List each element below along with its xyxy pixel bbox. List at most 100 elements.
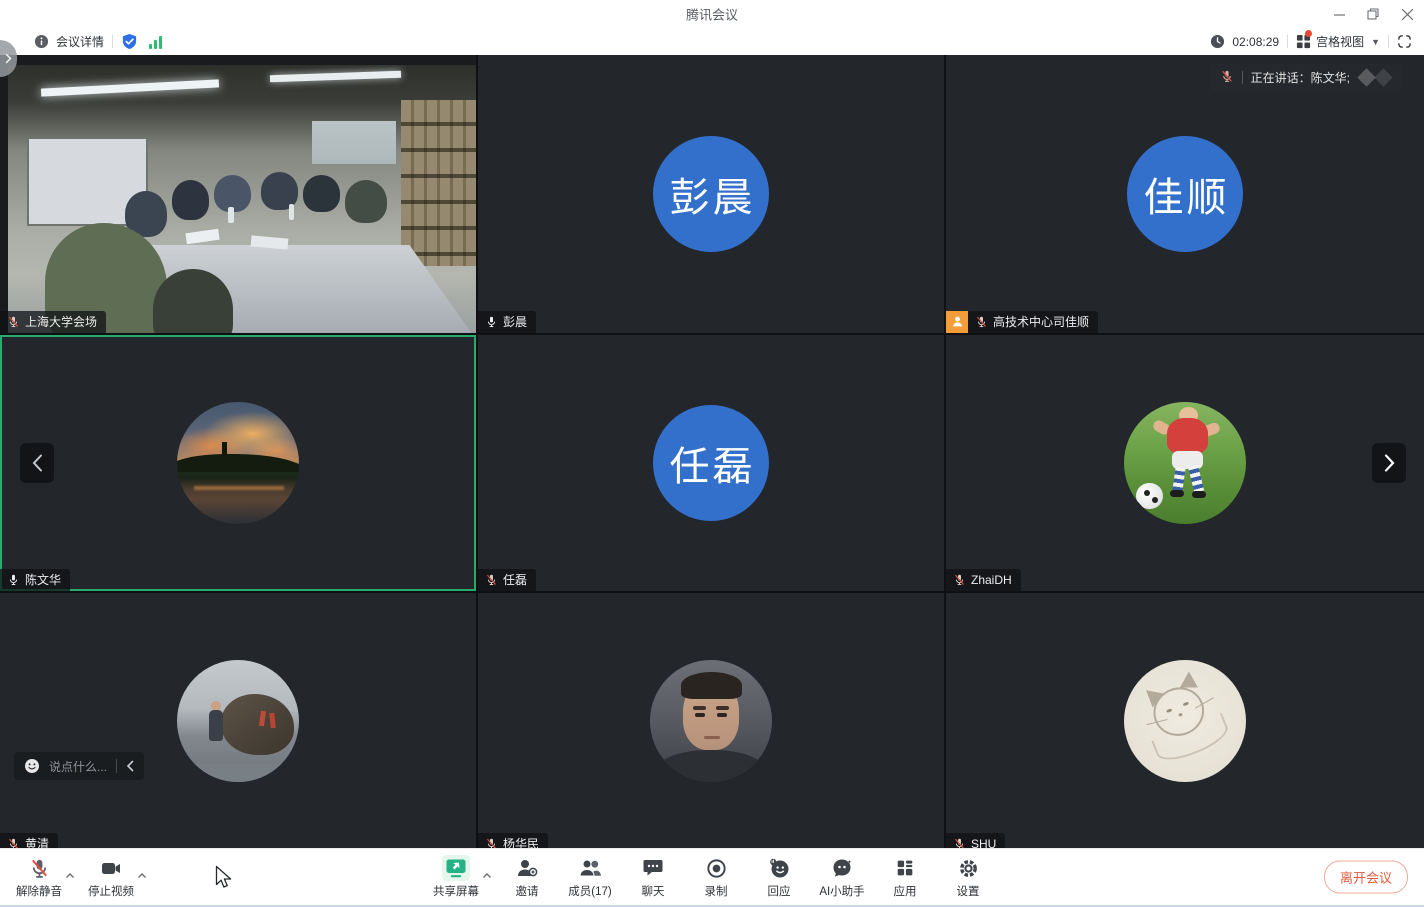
participant-name: 黄清 — [25, 837, 49, 848]
settings-gear-icon — [957, 855, 980, 881]
divider — [112, 35, 113, 48]
video-grid: 上海大学会场 彭晨 彭晨 佳顺 高技术中心司佳顺 — [0, 55, 1424, 848]
share-screen-button[interactable]: 共享屏幕 — [433, 855, 479, 899]
participant-name: 杨华民 — [503, 837, 539, 848]
video-tile-shu[interactable]: SHU — [946, 593, 1424, 848]
window-titlebar: 腾讯会议 — [0, 0, 1424, 28]
previous-page-button[interactable] — [20, 443, 54, 483]
quick-chat-bar[interactable]: 说点什么... — [14, 752, 144, 780]
meeting-details[interactable]: 会议详情 — [34, 33, 104, 50]
participant-name-tag: 黄清 — [0, 833, 58, 848]
mic-muted-icon — [485, 573, 498, 587]
mic-muted-icon — [7, 837, 20, 848]
active-speaker-text: 正在讲话：陈文华; — [1251, 69, 1350, 86]
participant-name: 任磊 — [503, 573, 527, 587]
divider — [1388, 35, 1389, 48]
maximize-button[interactable] — [1356, 0, 1390, 28]
participant-name-tag: 陈文华 — [0, 569, 70, 591]
stop-video-button[interactable]: 停止视频 — [88, 855, 134, 899]
meeting-timer: 02:08:29 — [1210, 34, 1279, 49]
mic-on-icon — [485, 315, 498, 329]
video-tile-shanghai-univ[interactable]: 上海大学会场 — [0, 55, 476, 333]
participant-name-tag: 高技术中心司佳顺 — [946, 311, 1098, 333]
apps-label: 应用 — [894, 883, 917, 899]
apps-button[interactable]: 应用 — [882, 855, 928, 899]
video-tile-yanghuamin[interactable]: 杨华民 — [478, 593, 944, 848]
avatar-initials: 任磊 — [653, 405, 769, 521]
divider — [1242, 71, 1243, 84]
collapse-chevron-icon[interactable] — [126, 760, 134, 772]
video-tile-chenwenhua[interactable]: 陈文华 — [0, 335, 476, 591]
unmute-button[interactable]: 解除静音 — [16, 855, 62, 899]
decoration-diamond — [1357, 68, 1375, 86]
camera-icon — [99, 855, 123, 881]
leave-meeting-button[interactable]: 离开会议 — [1324, 861, 1408, 894]
participant-name-tag: 任磊 — [478, 569, 536, 591]
reactions-button[interactable]: 回应 — [756, 855, 802, 899]
invite-icon — [515, 855, 539, 881]
stop-video-label: 停止视频 — [88, 883, 134, 899]
photo-person-body — [209, 710, 224, 742]
room-bottle — [289, 204, 295, 220]
participant-name: 上海大学会场 — [25, 315, 97, 329]
shield-check-icon[interactable] — [121, 33, 138, 50]
photo-shoulders — [657, 750, 764, 782]
photo-ball-spot — [1144, 490, 1150, 496]
room-person — [345, 180, 387, 223]
photo-rock-inscription — [269, 713, 275, 728]
video-tile-huangqing[interactable]: 黄清 — [0, 593, 476, 848]
mic-muted-icon — [28, 855, 51, 881]
close-button[interactable] — [1390, 0, 1424, 28]
video-tile-zhaidh[interactable]: ZhaiDH — [946, 335, 1424, 591]
fullscreen-button[interactable] — [1397, 34, 1412, 49]
photo-mouth — [704, 736, 720, 739]
avatar-photo-rock — [177, 660, 299, 782]
photo-eye — [695, 713, 705, 716]
members-button[interactable]: 成员(17) — [567, 855, 613, 899]
mic-muted-icon — [975, 315, 988, 329]
info-icon — [34, 34, 49, 49]
photo-player-shoe — [1192, 491, 1205, 498]
video-tile-jiashun[interactable]: 佳顺 高技术中心司佳顺 — [946, 55, 1424, 333]
record-button[interactable]: 录制 — [693, 855, 739, 899]
participant-name: 彭晨 — [503, 315, 527, 329]
photo-player-shirt — [1167, 418, 1208, 455]
chat-button[interactable]: 聊天 — [630, 855, 676, 899]
photo-eyebrow — [693, 706, 706, 710]
photo-player-sock — [1172, 466, 1185, 492]
chevron-down-icon: ▼ — [1371, 37, 1380, 47]
avatar-photo-soccer — [1124, 402, 1246, 524]
members-label: 成员(17) — [568, 883, 611, 899]
chat-input-placeholder[interactable]: 说点什么... — [49, 758, 107, 775]
share-options-chevron[interactable] — [482, 866, 492, 884]
share-screen-icon — [442, 855, 470, 881]
reactions-label: 回应 — [768, 883, 791, 899]
share-screen-label: 共享屏幕 — [433, 883, 479, 899]
network-signal-icon[interactable] — [148, 35, 164, 49]
emoji-icon[interactable] — [24, 758, 40, 774]
invite-button[interactable]: 邀请 — [504, 855, 550, 899]
apps-icon — [894, 855, 916, 881]
photo-eyebrow — [716, 706, 729, 710]
mic-options-chevron[interactable] — [65, 866, 75, 884]
minimize-button[interactable] — [1322, 0, 1356, 28]
meeting-details-label: 会议详情 — [56, 33, 104, 50]
mic-on-icon — [7, 573, 20, 587]
participant-name-tag: 彭晨 — [478, 311, 536, 333]
host-badge-icon — [946, 311, 968, 333]
members-icon — [578, 855, 603, 881]
mouse-cursor — [215, 865, 233, 895]
window-controls — [1322, 0, 1424, 28]
view-mode-selector[interactable]: 宫格视图 ▼ — [1296, 33, 1380, 50]
video-options-chevron[interactable] — [137, 866, 147, 884]
video-tile-renlei[interactable]: 任磊 任磊 — [478, 335, 944, 591]
video-tile-pengchen[interactable]: 彭晨 彭晨 — [478, 55, 944, 333]
settings-button[interactable]: 设置 — [945, 855, 991, 899]
next-page-button[interactable] — [1372, 443, 1406, 483]
participant-name-tag: ZhaiDH — [946, 569, 1021, 591]
active-speaker-banner: 正在讲话：陈文华; — [1210, 64, 1402, 91]
participant-name: SHU — [971, 837, 996, 848]
avatar-photo-cat-sketch — [1124, 660, 1246, 782]
room-papers — [185, 229, 219, 244]
ai-assistant-button[interactable]: AI小助手 — [819, 855, 865, 899]
